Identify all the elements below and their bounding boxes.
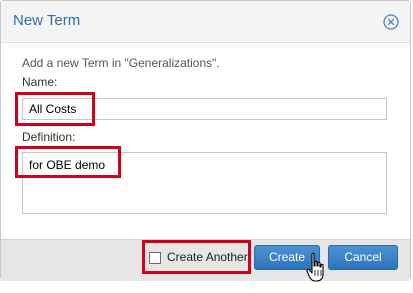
close-icon[interactable] [383, 14, 399, 30]
hand-pointer-icon [306, 252, 324, 282]
definition-label: Definition: [22, 130, 76, 144]
dialog-body: Add a new Term in "Generalizations". Nam… [1, 43, 410, 239]
dialog-title: New Term [13, 12, 81, 29]
definition-highlight-box [15, 146, 121, 178]
dialog-intro-text: Add a new Term in "Generalizations". [22, 56, 220, 70]
name-label: Name: [22, 75, 58, 89]
cancel-button[interactable]: Cancel [328, 245, 398, 270]
new-term-dialog: New Term Add a new Term in "Generalizati… [0, 0, 411, 281]
dialog-titlebar: New Term [1, 1, 410, 43]
name-highlight-box [15, 92, 95, 126]
create-another-highlight-box [142, 240, 251, 274]
